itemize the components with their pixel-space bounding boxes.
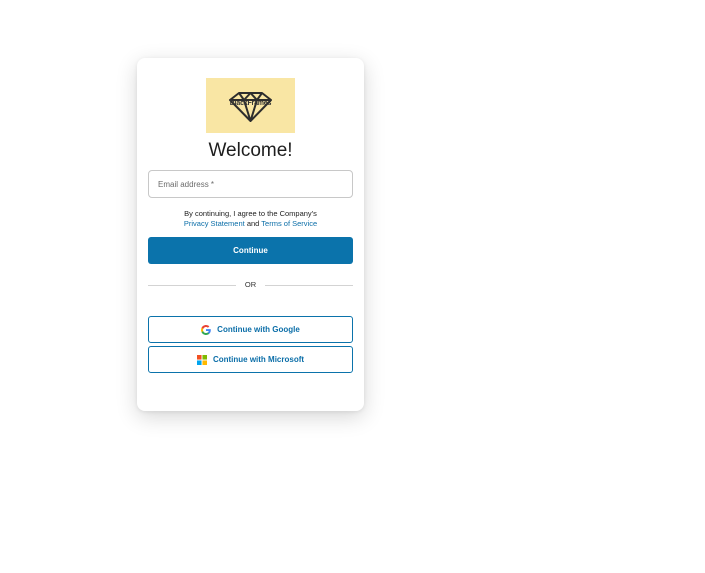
- company-logo: BlackFrames: [206, 78, 295, 133]
- terms-of-service-link[interactable]: Terms of Service: [261, 219, 317, 228]
- microsoft-button-label: Continue with Microsoft: [212, 355, 305, 364]
- microsoft-icon: [196, 354, 207, 365]
- privacy-statement-link[interactable]: Privacy Statement: [184, 219, 245, 228]
- page-title: Welcome!: [208, 140, 293, 161]
- legal-and: and: [246, 218, 260, 228]
- logo-text: BlackFrames: [229, 100, 272, 107]
- login-card: BlackFrames Welcome! By continuing, I ag…: [137, 58, 364, 411]
- or-divider: OR: [148, 280, 353, 290]
- divider-line-right: [265, 285, 353, 286]
- email-input[interactable]: [149, 171, 352, 197]
- legal-text: By continuing, I agree to the Company's: [184, 209, 317, 218]
- continue-with-google-button[interactable]: Continue with Google: [148, 316, 353, 343]
- email-field[interactable]: [148, 170, 353, 198]
- continue-with-microsoft-button[interactable]: Continue with Microsoft: [148, 346, 353, 373]
- google-button-label: Continue with Google: [217, 325, 300, 334]
- continue-button[interactable]: Continue: [148, 237, 353, 264]
- legal-notice: By continuing, I agree to the Company's …: [137, 209, 364, 228]
- google-icon: [201, 324, 211, 335]
